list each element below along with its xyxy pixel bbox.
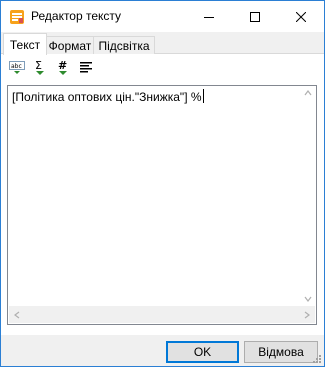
svg-text:abc: abc	[11, 63, 22, 70]
scroll-left-icon[interactable]	[12, 310, 22, 320]
text-editor-dialog: Редактор тексту Текст Формат Підсвітка a…	[0, 0, 325, 367]
editor-value: [Політика оптових цін."Знижка"] %	[12, 90, 202, 104]
spellcheck-icon: abc	[9, 61, 25, 74]
editor-content[interactable]: [Політика оптових цін."Знижка"] %	[12, 89, 204, 104]
sum-button[interactable]: Σ	[31, 58, 49, 76]
app-icon	[10, 10, 24, 24]
spellcheck-button[interactable]: abc	[8, 58, 26, 76]
svg-text:Σ: Σ	[35, 59, 42, 72]
scroll-right-icon[interactable]	[302, 310, 312, 320]
tab-format[interactable]: Формат	[45, 36, 95, 55]
minimize-icon	[204, 16, 214, 18]
cancel-button[interactable]: Відмова	[244, 341, 318, 363]
svg-text:#: #	[58, 59, 67, 72]
close-button[interactable]	[278, 1, 324, 32]
tab-text[interactable]: Текст	[3, 33, 47, 55]
close-icon	[296, 11, 306, 22]
number-icon: #	[58, 59, 67, 75]
align-icon	[80, 62, 92, 73]
window-title: Редактор тексту	[31, 9, 122, 23]
maximize-icon	[250, 11, 260, 22]
ok-button[interactable]: OK	[166, 341, 239, 363]
resize-grip-icon[interactable]	[312, 354, 322, 364]
title-bar[interactable]: Редактор тексту	[1, 1, 324, 32]
number-button[interactable]: #	[54, 58, 72, 76]
scroll-down-icon[interactable]	[302, 294, 314, 304]
horizontal-scrollbar[interactable]	[9, 306, 315, 323]
text-caret	[202, 89, 204, 103]
minimize-button[interactable]	[186, 1, 232, 32]
align-button[interactable]	[77, 58, 95, 76]
tab-highlight[interactable]: Підсвітка	[93, 36, 155, 55]
scroll-up-icon[interactable]	[302, 88, 314, 98]
text-editor-area[interactable]: [Політика оптових цін."Знижка"] %	[7, 85, 317, 325]
maximize-button[interactable]	[232, 1, 278, 32]
sum-icon: Σ	[35, 59, 44, 75]
